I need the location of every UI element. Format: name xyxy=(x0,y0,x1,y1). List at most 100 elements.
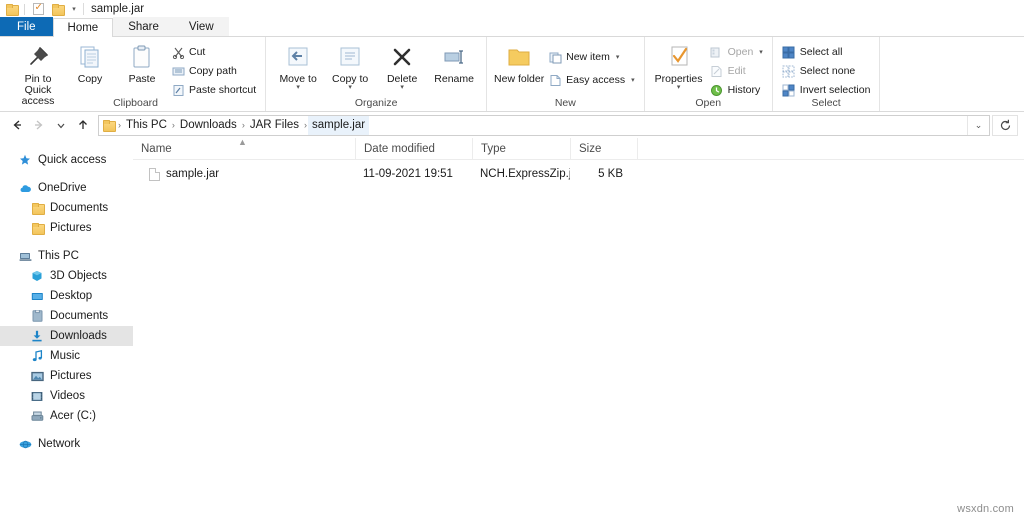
scissors-icon xyxy=(171,45,185,59)
properties-icon[interactable] xyxy=(30,2,46,17)
cut-button[interactable]: Cut xyxy=(168,44,259,60)
invert-selection-button[interactable]: Invert selection xyxy=(779,82,874,98)
group-title-open: Open xyxy=(695,97,722,109)
sidebar-label: Documents xyxy=(50,310,109,322)
generic-file-icon xyxy=(149,167,160,181)
history-icon xyxy=(710,83,724,97)
table-row[interactable]: sample.jar 11-09-2021 19:51 NCH.ExpressZ… xyxy=(133,163,1024,185)
sidebar-item-onedrive[interactable]: OneDrive xyxy=(0,178,133,198)
delete-button[interactable]: Delete ▾ xyxy=(376,39,428,91)
sidebar-item-onedrive-pictures[interactable]: Pictures xyxy=(0,218,133,238)
new-folder-icon[interactable] xyxy=(49,2,65,17)
cut-label: Cut xyxy=(189,46,206,58)
easy-access-button[interactable]: Easy access ▾ xyxy=(545,72,637,88)
history-button[interactable]: History xyxy=(707,82,766,98)
chevron-down-icon[interactable]: ▾ xyxy=(616,53,620,61)
sidebar-label: Desktop xyxy=(50,290,93,302)
watermark: wsxdn.com xyxy=(957,503,1014,515)
select-none-icon xyxy=(782,64,796,78)
navigation-bar: › This PC › Downloads › JAR Files › samp… xyxy=(0,112,1024,138)
sidebar-label: Quick access xyxy=(38,154,107,166)
sidebar-label: Music xyxy=(50,350,81,362)
select-none-label: Select none xyxy=(799,65,856,77)
ribbon-group-organize: Move to ▾ Copy to ▾ Delete ▾ Rename Orga… xyxy=(266,37,488,111)
file-name-label: sample.jar xyxy=(166,168,220,180)
address-folder-icon xyxy=(103,120,116,132)
open-button[interactable]: Open ▾ xyxy=(707,44,766,60)
sidebar-item-downloads[interactable]: Downloads xyxy=(0,326,133,346)
paste-button[interactable]: Paste xyxy=(116,39,168,85)
chevron-down-icon[interactable]: ▾ xyxy=(400,84,404,91)
clipboard-small-commands: Cut Copy path Paste shortcut xyxy=(168,39,259,98)
breadcrumb-downloads[interactable]: Downloads xyxy=(176,116,241,135)
select-all-button[interactable]: Select all xyxy=(779,44,874,60)
new-folder-button[interactable]: New folder xyxy=(493,39,545,85)
column-header-size[interactable]: Size xyxy=(570,137,637,160)
select-none-button[interactable]: Select none xyxy=(779,63,874,79)
properties-button[interactable]: Properties ▾ xyxy=(651,39,707,91)
breadcrumb-this-pc[interactable]: This PC xyxy=(122,116,171,135)
sidebar-label: Network xyxy=(38,438,81,450)
folder-icon[interactable] xyxy=(3,2,19,17)
pictures-icon xyxy=(30,369,44,383)
chevron-down-icon[interactable]: ▾ xyxy=(68,5,80,13)
new-item-icon xyxy=(548,50,562,64)
paste-shortcut-label: Paste shortcut xyxy=(189,84,257,96)
copy-path-button[interactable]: Copy path xyxy=(168,63,259,79)
window-title: sample.jar xyxy=(91,3,145,15)
column-header-type[interactable]: Type xyxy=(472,137,570,160)
chevron-down-icon[interactable]: ▾ xyxy=(348,84,352,91)
copy-to-button[interactable]: Copy to ▾ xyxy=(324,39,376,91)
paste-shortcut-icon xyxy=(171,83,185,97)
address-bar[interactable]: › This PC › Downloads › JAR Files › samp… xyxy=(98,114,990,136)
sidebar-item-pictures[interactable]: Pictures xyxy=(0,366,133,386)
copy-icon xyxy=(77,43,103,71)
column-header-date-modified[interactable]: Date modified xyxy=(355,137,472,160)
sidebar-item-music[interactable]: Music xyxy=(0,346,133,366)
documents-icon xyxy=(30,309,44,323)
sidebar-item-desktop[interactable]: Desktop xyxy=(0,286,133,306)
chevron-down-icon[interactable]: ▾ xyxy=(677,84,681,91)
sidebar-item-network[interactable]: Network xyxy=(0,434,133,454)
up-button[interactable] xyxy=(72,114,94,136)
chevron-down-icon[interactable]: ▾ xyxy=(759,48,763,56)
group-title-new: New xyxy=(554,97,576,109)
new-item-button[interactable]: New item ▾ xyxy=(545,49,637,65)
sidebar-item-quick-access[interactable]: Quick access xyxy=(0,150,133,170)
folder-icon xyxy=(30,201,45,215)
tab-file[interactable]: File xyxy=(0,17,53,36)
desktop-icon xyxy=(30,289,44,303)
copy-button[interactable]: Copy xyxy=(64,39,116,85)
sidebar-item-this-pc[interactable]: This PC xyxy=(0,246,133,266)
sidebar-item-videos[interactable]: Videos xyxy=(0,386,133,406)
select-small-commands: Select all Select none Invert selection xyxy=(779,39,874,98)
recent-locations-button[interactable] xyxy=(50,114,72,136)
history-label: History xyxy=(727,84,761,96)
paste-shortcut-button[interactable]: Paste shortcut xyxy=(168,82,259,98)
sidebar-item-onedrive-documents[interactable]: Documents xyxy=(0,198,133,218)
chevron-down-icon[interactable]: ▾ xyxy=(631,76,635,84)
sidebar-item-acer-c[interactable]: Acer (C:) xyxy=(0,406,133,426)
sidebar-label: Acer (C:) xyxy=(50,410,96,422)
sidebar-item-3d-objects[interactable]: 3D Objects xyxy=(0,266,133,286)
file-name-cell[interactable]: sample.jar xyxy=(133,167,355,181)
refresh-button[interactable] xyxy=(992,114,1018,136)
chevron-down-icon[interactable]: ⌄ xyxy=(967,115,989,135)
quick-access-toolbar: ▾ xyxy=(3,2,80,17)
back-button[interactable] xyxy=(6,114,28,136)
tab-view[interactable]: View xyxy=(173,17,229,36)
sidebar-item-documents[interactable]: Documents xyxy=(0,306,133,326)
tab-share[interactable]: Share xyxy=(113,17,174,36)
group-title-organize: Organize xyxy=(354,97,398,109)
rename-button[interactable]: Rename xyxy=(428,39,480,85)
move-to-button[interactable]: Move to ▾ xyxy=(272,39,324,91)
file-type-cell: NCH.ExpressZip.jar xyxy=(480,168,570,180)
easy-access-label: Easy access xyxy=(566,74,626,86)
properties-icon xyxy=(666,43,692,71)
breadcrumb-jar-files[interactable]: JAR Files xyxy=(246,116,303,135)
breadcrumb-sample-jar[interactable]: sample.jar xyxy=(308,115,370,135)
chevron-down-icon[interactable]: ▾ xyxy=(296,84,300,91)
copy-path-label: Copy path xyxy=(189,65,237,77)
tab-home[interactable]: Home xyxy=(52,18,114,37)
